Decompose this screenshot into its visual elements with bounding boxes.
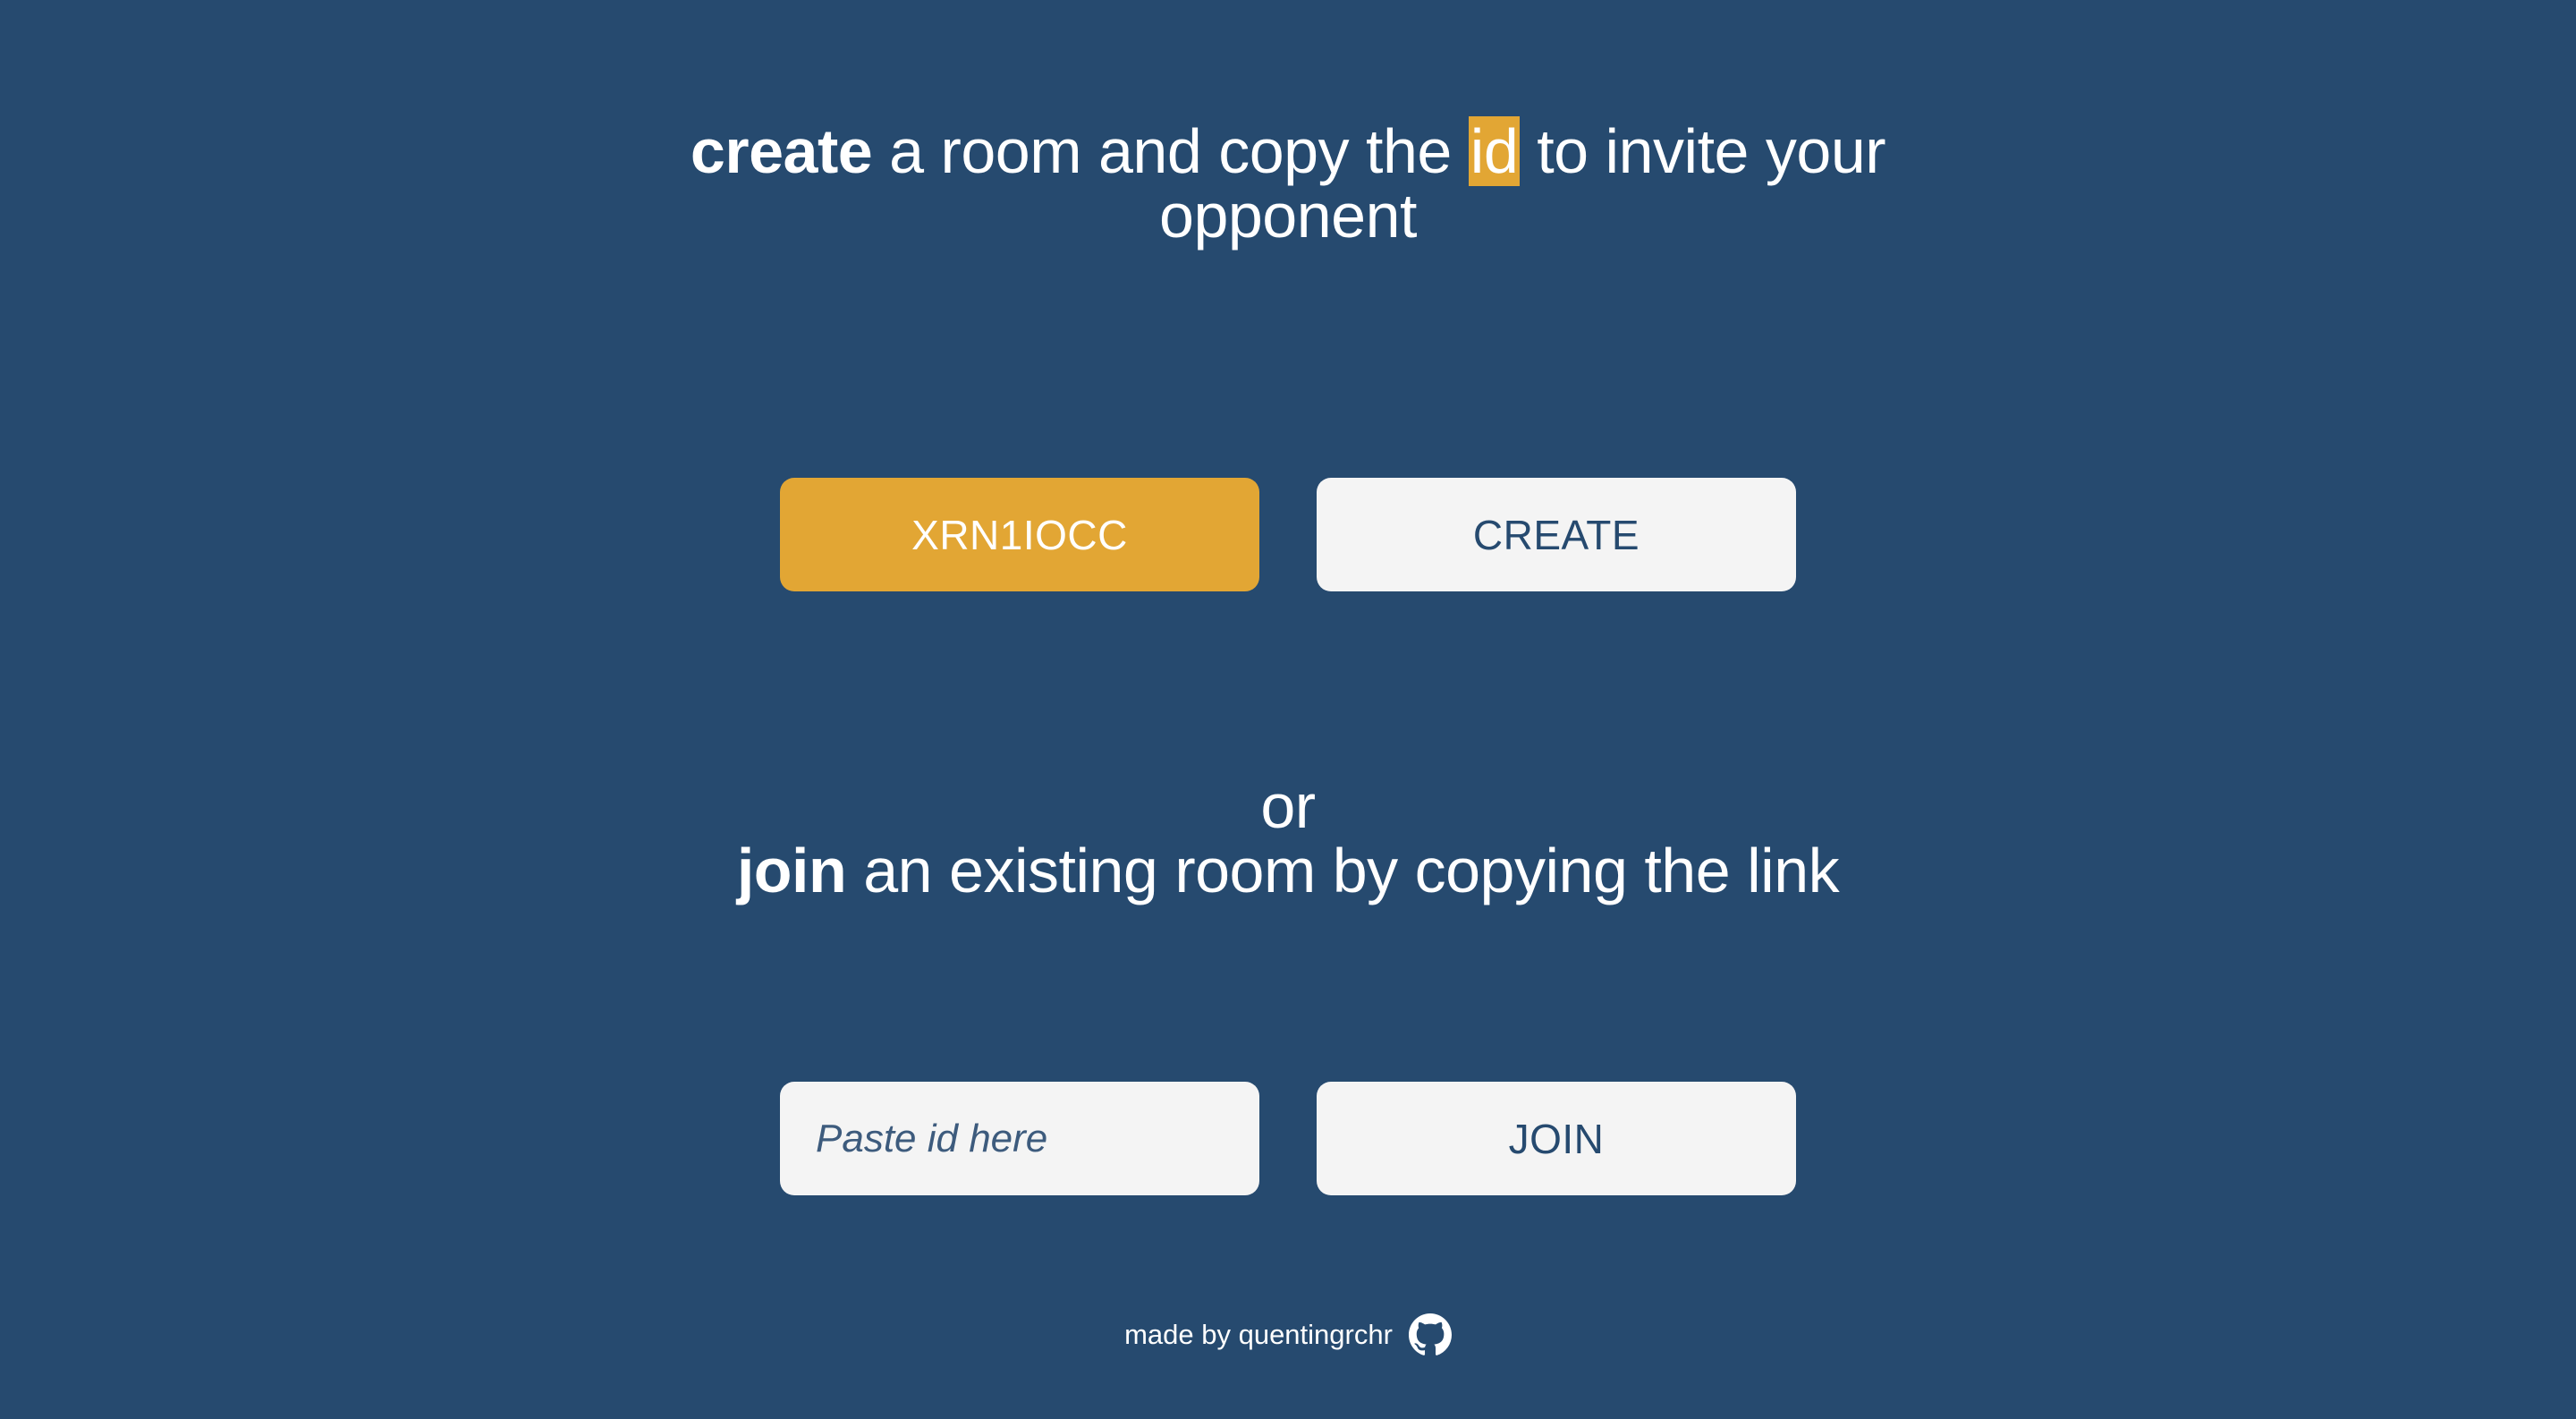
join-text: join an existing room by copying the lin… — [680, 838, 1896, 903]
join-text-rest: an existing room by copying the link — [846, 836, 1840, 905]
room-id-input[interactable] — [780, 1082, 1259, 1195]
join-word: join — [736, 836, 847, 905]
or-text: or — [1260, 771, 1316, 841]
join-headline: or join an existing room by copying the … — [680, 774, 1896, 903]
footer-credit: made by quentingrchr — [1124, 1319, 1393, 1350]
create-headline: create a room and copy the id to invite … — [680, 116, 1896, 248]
join-button[interactable]: JOIN — [1317, 1082, 1796, 1195]
create-text-before-id: a room and copy the — [872, 116, 1469, 186]
id-highlight: id — [1468, 116, 1521, 186]
create-button[interactable]: CREATE — [1317, 478, 1796, 591]
github-icon[interactable] — [1408, 1313, 1452, 1356]
footer: made by quentingrchr — [0, 1313, 2576, 1356]
room-id-button[interactable]: XRN1IOCC — [780, 478, 1259, 591]
create-word: create — [690, 116, 873, 186]
